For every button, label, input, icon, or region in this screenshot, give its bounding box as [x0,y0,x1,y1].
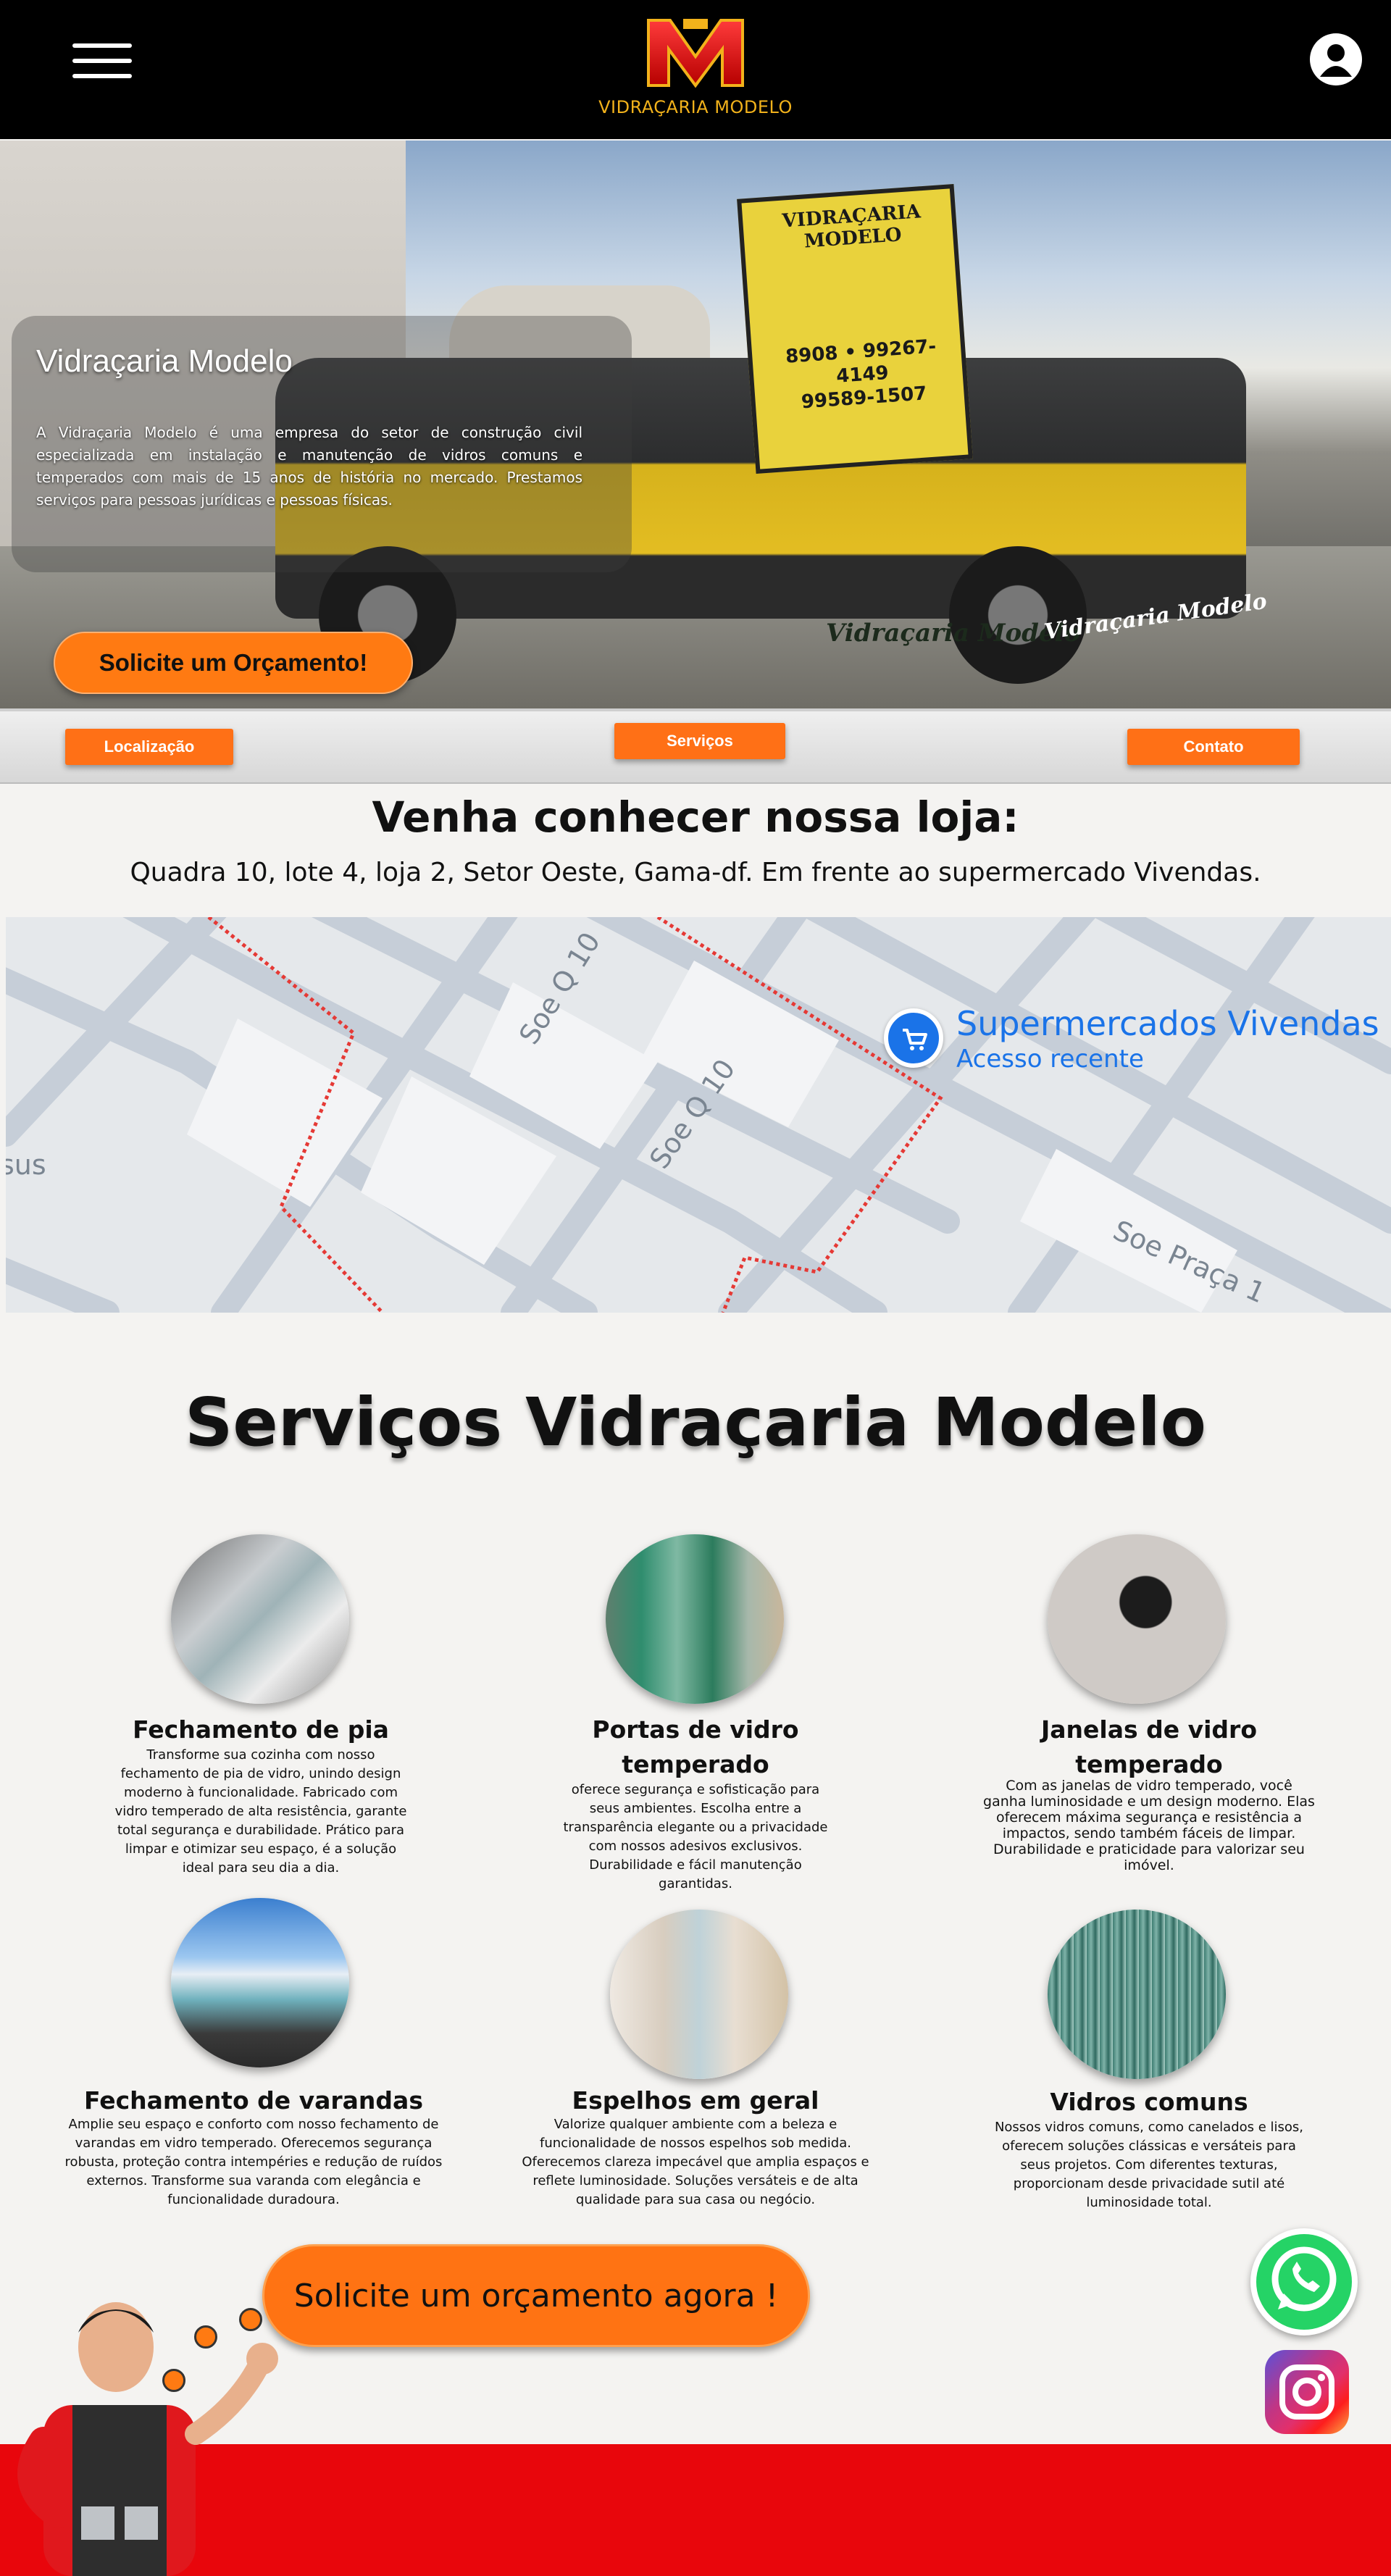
service-description: Valorize qualquer ambiente com a beleza … [522,2117,869,2207]
map-embed[interactable]: Supermercados Vivendas Acesso recente So… [6,917,1391,1313]
map-place-sub: Acesso recente [956,1045,1144,1074]
hero-description: A Vidraçaria Modelo é uma empresa do set… [36,424,582,509]
user-icon-glyph [1313,36,1359,83]
services-title: Serviços Vidraçaria Modelo [185,1384,1206,1461]
logo[interactable]: VIDRAÇARIA MODELO [594,13,797,122]
service-description: Nossos vidros comuns, como canelados e l… [994,2120,1304,2210]
service-name: Espelhos em geral [572,2086,819,2115]
logo-mark-icon [647,19,744,88]
site-header: VIDRAÇARIA MODELO [0,0,1391,139]
service-image-glass-doors[interactable] [606,1534,784,1704]
service-description: Com as janelas de vidro temperado, você … [983,1778,1315,1873]
service-description: Amplie seu espaço e conforto com nosso f… [64,2117,443,2207]
location-title: Venha conhecer nossa loja: [372,793,1019,842]
cart-glyph [903,1029,927,1050]
hero-slider[interactable]: VIDRAÇARIA MODELO 8908 • 99267-4149 9958… [0,141,1391,708]
truck-sign: VIDRAÇARIA MODELO 8908 • 99267-4149 9958… [737,183,973,474]
service-name: Vidros comuns [1050,2088,1248,2116]
request-quote-now-button[interactable]: Solicite um orçamento agora ! [262,2244,810,2347]
service-image-glass-windows[interactable] [1048,1534,1226,1704]
truck-wheel-rear [949,546,1087,684]
nav-contact-button[interactable]: Contato [1127,729,1300,765]
service-image-balcony-enclosure[interactable] [171,1898,349,2067]
service-image-mirrors[interactable] [610,1910,788,2079]
map-place-name[interactable]: Supermercados Vivendas [956,1004,1379,1043]
location-address: Quadra 10, lote 4, loja 2, Setor Oeste, … [130,858,1261,887]
mascot-illustration [17,2302,278,2576]
service-name: Fechamento de varandas [84,2086,423,2115]
service-name: Portas de vidro temperado [592,1715,799,1778]
service-description: Transforme sua cozinha com nosso fechame… [114,1747,407,1875]
hamburger-menu-icon[interactable] [72,43,132,78]
section-nav: Localização Serviços Contato [0,708,1391,784]
hero-title: Vidraçaria Modelo [36,343,293,379]
page: VIDRAÇARIA MODELO VIDRAÇARIA MODELO 8908… [0,0,1391,2576]
street-label: sus [6,1149,46,1181]
truck-sign-phone: 8908 • 99267-4149 99589-1507 [785,335,937,414]
request-quote-button[interactable]: Solicite um Orçamento! [54,632,413,694]
instagram-glyph [1279,2364,1334,2420]
instagram-icon[interactable] [1265,2350,1349,2434]
nav-location-button[interactable]: Localização [65,729,233,765]
service-image-common-glass[interactable] [1048,1910,1226,2079]
service-image-sink-enclosure[interactable] [171,1534,349,1704]
service-name: Janelas de vidro temperado [1040,1715,1257,1778]
nav-services-button[interactable]: Serviços [614,723,785,759]
whatsapp-glyph [1271,2246,1337,2312]
whatsapp-icon[interactable] [1250,2228,1358,2335]
shopping-cart-icon[interactable] [884,1008,943,1068]
truck-sign-title: VIDRAÇARIA MODELO [781,201,922,253]
service-description: oferece segurança e sofisticação para se… [563,1782,828,1891]
service-name: Fechamento de pia [133,1715,389,1744]
user-icon[interactable] [1310,33,1362,85]
truck-brand: Vidraçaria Modelo [826,619,1081,648]
logo-text: VIDRAÇARIA MODELO [598,97,793,117]
